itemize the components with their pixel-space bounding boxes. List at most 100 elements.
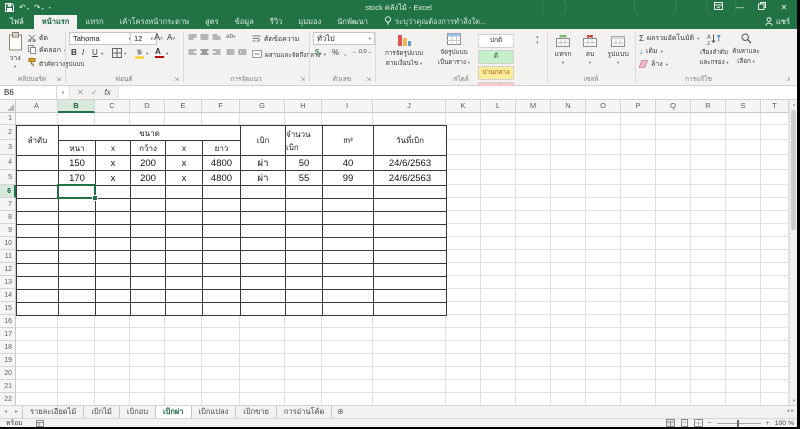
cell-G9[interactable]	[240, 224, 286, 238]
cell-B7[interactable]	[58, 198, 96, 212]
cell-F13[interactable]	[202, 276, 241, 290]
cell-E10[interactable]	[165, 237, 203, 251]
cell-E14[interactable]	[165, 289, 203, 303]
cell-C6[interactable]	[95, 185, 131, 199]
col-header-H[interactable]: H	[285, 100, 322, 113]
cell-I14[interactable]	[322, 289, 374, 303]
cell-J4[interactable]: 24/6/2563	[373, 155, 447, 171]
customize-qat-icon[interactable]: ▾	[49, 5, 51, 10]
cell-I15[interactable]	[322, 302, 374, 316]
cell-J10[interactable]	[373, 237, 447, 251]
clipboard-dialog-launcher-icon[interactable]: ⇲	[56, 76, 61, 83]
cell-F3[interactable]: ยาว	[202, 140, 241, 156]
align-left-icon[interactable]	[188, 49, 197, 58]
cell-J13[interactable]	[373, 276, 447, 290]
row-header-14[interactable]: 14	[0, 289, 16, 302]
ribbon-tab-มุมมอง[interactable]: มุมมอง	[290, 15, 329, 29]
cell-F4[interactable]: 4800	[202, 155, 241, 171]
align-right-icon[interactable]	[212, 49, 221, 58]
cell-E5[interactable]: x	[165, 170, 203, 186]
share-button[interactable]: แชร์	[765, 15, 790, 29]
cell-I13[interactable]	[322, 276, 374, 290]
sheet-tab-เบิกขาย[interactable]: เบิกขาย	[236, 406, 277, 418]
cell-J15[interactable]	[373, 302, 447, 316]
col-header-A[interactable]: A	[16, 100, 58, 113]
font-color-icon[interactable]: A	[155, 47, 164, 58]
scroll-down-icon[interactable]: ▾	[790, 396, 797, 405]
row-header-19[interactable]: 19	[0, 354, 16, 367]
cell-B2[interactable]: ขนาด	[58, 125, 241, 141]
font-family-combo[interactable]: Tahoma▾	[69, 32, 135, 45]
italic-button[interactable]: I	[82, 48, 84, 57]
zoom-level[interactable]: 100 %	[775, 420, 794, 427]
sheet-tab-เบิกแปลง[interactable]: เบิกแปลง	[192, 406, 237, 418]
name-box-caret[interactable]: ▾	[57, 86, 70, 99]
cut-button[interactable]: ตัด	[28, 33, 48, 44]
cell-H10[interactable]	[285, 237, 323, 251]
insert-cells-button[interactable]: แทรก ▾	[550, 35, 576, 66]
cell-B4[interactable]: 150	[58, 155, 96, 171]
cell-G7[interactable]	[240, 198, 286, 212]
decrease-decimal-icon[interactable]: .0→	[362, 49, 372, 55]
underline-button[interactable]: U	[92, 48, 98, 57]
cell-G4[interactable]: ผ่า	[240, 155, 286, 171]
conditional-formatting-button[interactable]: การจัดรูปแบบ ตามเงื่อนไข ▾	[378, 33, 430, 68]
row-header-16[interactable]: 16	[0, 315, 16, 328]
cell-J5[interactable]: 24/6/2563	[373, 170, 447, 186]
sheet-tab-เบิกอบ[interactable]: เบิกอบ	[120, 406, 156, 418]
cell-E6[interactable]	[165, 185, 203, 199]
cell-H4[interactable]: 50	[285, 155, 323, 171]
cell-J7[interactable]	[373, 198, 447, 212]
ribbon-tab-หน้าแรก[interactable]: หน้าแรก	[34, 15, 78, 29]
cell-J8[interactable]	[373, 211, 447, 225]
cell-C3[interactable]: x	[95, 140, 131, 156]
vertical-scrollbar[interactable]: ▴ ▾	[789, 100, 797, 405]
row-header-7[interactable]: 7	[0, 198, 16, 211]
cell-H12[interactable]	[285, 263, 323, 277]
ribbon-tab-แทรก[interactable]: แทรก	[77, 15, 111, 29]
cell-B11[interactable]	[58, 250, 96, 264]
col-header-M[interactable]: M	[516, 100, 551, 113]
cell-B9[interactable]	[58, 224, 96, 238]
cell-G12[interactable]	[240, 263, 286, 277]
row-header-17[interactable]: 17	[0, 328, 16, 341]
cell-H14[interactable]	[285, 289, 323, 303]
scroll-up-icon[interactable]: ▴	[790, 100, 797, 109]
cell-D13[interactable]	[130, 276, 166, 290]
comma-style-icon[interactable]: ,	[344, 48, 346, 57]
cell-D4[interactable]: 200	[130, 155, 166, 171]
cell-B3[interactable]: หนา	[58, 140, 96, 156]
cell-E8[interactable]	[165, 211, 203, 225]
col-header-L[interactable]: L	[481, 100, 516, 113]
align-bottom-icon[interactable]	[212, 34, 221, 43]
cell-A14[interactable]	[16, 289, 59, 303]
cell-F5[interactable]: 4800	[202, 170, 241, 186]
row-header-20[interactable]: 20	[0, 367, 16, 380]
cell-C14[interactable]	[95, 289, 131, 303]
cell-G6[interactable]	[240, 185, 286, 199]
cell-B8[interactable]	[58, 211, 96, 225]
col-header-N[interactable]: N	[551, 100, 586, 113]
cell-E9[interactable]	[165, 224, 203, 238]
cell-D6[interactable]	[130, 185, 166, 199]
col-header-S[interactable]: S	[726, 100, 761, 113]
insert-function-icon[interactable]: fx	[104, 88, 110, 97]
accounting-format-icon[interactable]: $▾	[315, 48, 322, 57]
zoom-in-icon[interactable]: +	[766, 420, 770, 427]
cell-B10[interactable]	[58, 237, 96, 251]
cell-I7[interactable]	[322, 198, 374, 212]
cell-H15[interactable]	[285, 302, 323, 316]
cell-D14[interactable]	[130, 289, 166, 303]
tab-file[interactable]: ไฟล์	[0, 15, 34, 29]
row-header-11[interactable]: 11	[0, 250, 16, 263]
cell-I4[interactable]: 40	[322, 155, 374, 171]
cell-F14[interactable]	[202, 289, 241, 303]
cell-J11[interactable]	[373, 250, 447, 264]
fill-color-icon[interactable]	[134, 48, 145, 61]
cell-C9[interactable]	[95, 224, 131, 238]
cell-A10[interactable]	[16, 237, 59, 251]
cell-H5[interactable]: 55	[285, 170, 323, 186]
cell-F11[interactable]	[202, 250, 241, 264]
cell-C8[interactable]	[95, 211, 131, 225]
cell-B13[interactable]	[58, 276, 96, 290]
